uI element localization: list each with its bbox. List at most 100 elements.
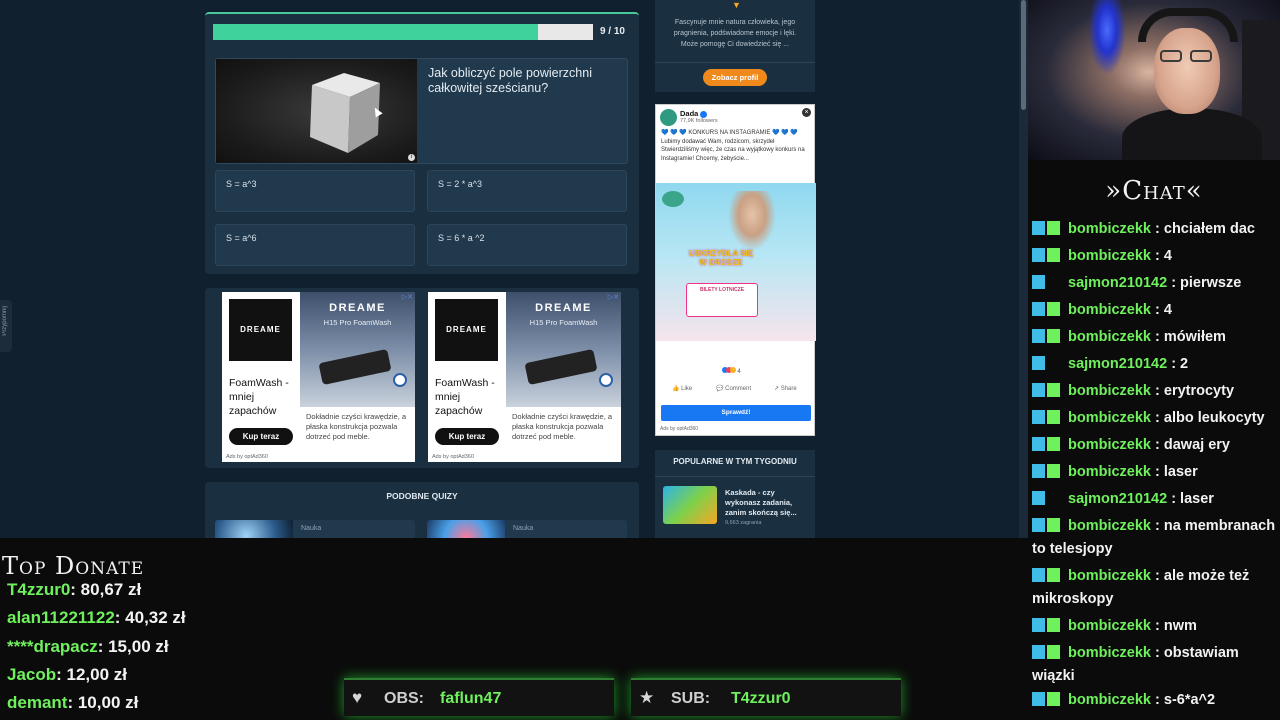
advertiser-followers: 77,9K followers [680,118,718,124]
answer-option-1[interactable]: S = a^3 [215,170,415,212]
page-scrollbar[interactable] [1019,0,1028,538]
reactions-count-text: 4 [737,369,741,375]
facebook-ad[interactable]: Dada 77,9K followers × 💙 💙 💙 KONKURS NA … [655,104,816,436]
dreame-ad-2[interactable]: DREAME FoamWash - mniej zapachów Kup ter… [428,292,621,462]
divider [655,62,815,63]
quiz-card: 9 / 10 i Jak obliczyć pole powierzchni c… [205,12,639,274]
answer-option-3[interactable]: S = a^6 [215,224,415,266]
streamer-body-image [1122,108,1262,160]
chat-username[interactable]: bombiczekk [1068,437,1151,453]
badge-icon [1047,383,1060,397]
buy-now-button[interactable]: Kup teraz [229,428,293,445]
vacuum-image [318,348,392,386]
check-button[interactable]: Sprawdź! [661,405,811,421]
popular-quiz-title[interactable]: Kaskada - czy wykonasz zadania, zanim sk… [725,488,809,518]
donation-amount: : 40,32 zł [114,608,186,627]
similar-quizzes-title: PODOBNE QUIZY [386,491,458,501]
badge-icon [1032,645,1045,659]
chat-username[interactable]: sajmon210142 [1068,356,1167,372]
chat-badges-icon [1032,220,1064,235]
chat-message: sajmon210142 : laser [1032,488,1278,511]
arrow-icon: ▼ [732,0,741,10]
chat-text: : chciałem dac [1155,221,1255,237]
similar-quiz-thumbnail [215,520,293,538]
share-button[interactable]: ↗ Share [774,385,797,392]
chat-username[interactable]: bombiczekk [1068,248,1151,264]
author-bio: Fascynuje mnie natura człowieka, jego pr… [673,19,797,48]
chat-message: bombiczekk : nwm [1032,615,1278,638]
top-donate-title: Top Donate [2,552,145,580]
badge-icon [1047,302,1060,316]
comment-button[interactable]: 💬 Comment [716,385,751,392]
care-reaction-icon [730,367,736,373]
similar-quiz-tile[interactable]: Nauka [215,520,415,538]
ad-description: Dokładnie czyści krawędzie, a płaska kon… [512,412,613,441]
chat-badges-icon [1032,274,1064,289]
chat-username[interactable]: bombiczekk [1068,518,1151,534]
chat-badges-icon [1032,328,1064,343]
view-profile-button[interactable]: Zobacz profil [703,69,767,86]
donation-amount: : 12,00 zł [56,665,128,684]
side-feedback-tab[interactable]: Przypomnij [0,300,12,352]
reactions-count: 4 [722,367,741,375]
ad-attribution: Ads by optAd360 [660,426,699,432]
info-icon[interactable]: i [408,154,415,161]
chat-message: sajmon210142 : pierwsze [1032,272,1278,295]
chat-text: : mówiłem [1155,329,1226,345]
similar-quiz-category: Nauka [513,525,534,532]
ad-product: H15 Pro FoamWash [529,318,598,327]
donate-row: alan11221122: 40,32 zł [7,608,186,628]
chat-username[interactable]: bombiczekk [1068,329,1151,345]
award-badge-icon [393,373,407,387]
verified-icon [700,110,708,118]
adchoices-icon[interactable]: ▷✕ [402,293,413,301]
chat-username[interactable]: bombiczekk [1068,302,1151,318]
similar-quizzes: PODOBNE QUIZY Nauka Nauka [205,482,639,538]
chat-username[interactable]: sajmon210142 [1068,491,1167,507]
chat-username[interactable]: sajmon210142 [1068,275,1167,291]
question-image: i [216,59,417,163]
dreame-logo: DREAME [435,299,498,361]
chat-message: bombiczekk : erytrocyty [1032,380,1278,403]
dreame-ad-1[interactable]: DREAME FoamWash - mniej zapachów Kup ter… [222,292,415,462]
chat-username[interactable]: bombiczekk [1068,568,1151,584]
adchoices-icon[interactable]: ▷✕ [608,293,619,301]
buy-now-button[interactable]: Kup teraz [435,428,499,445]
obs-label: OBS: [384,690,424,707]
badge-icon [1032,356,1045,370]
scrollbar-thumb[interactable] [1021,0,1026,110]
ad-left-panel: DREAME FoamWash - mniej zapachów Kup ter… [428,292,505,450]
chat-text: : laser [1155,464,1198,480]
chat-username[interactable]: bombiczekk [1068,410,1151,426]
similar-quiz-tile[interactable]: Nauka [427,520,627,538]
badge-icon [1047,618,1060,632]
chat-text: : s-6*a^2 [1155,692,1216,708]
like-button[interactable]: 👍 Like [672,385,692,392]
chat-badges-icon [1032,463,1064,478]
quiz-progress-bar [213,24,593,40]
ad-brand: DREAME [329,302,386,314]
badge-icon [1047,464,1060,478]
chat-username[interactable]: bombiczekk [1068,645,1151,661]
chat-badges-icon [1032,247,1064,262]
chat-title: »Chat« [1105,176,1203,206]
popular-quiz-thumbnail[interactable] [663,486,717,524]
chat-text: : 4 [1155,302,1172,318]
answer-option-2[interactable]: S = 2 * a^3 [427,170,627,212]
chat-message: bombiczekk : albo leukocyty [1032,407,1278,430]
chat-badges-icon [1032,436,1064,451]
chat-username[interactable]: bombiczekk [1068,221,1151,237]
chat-text: : 2 [1171,356,1189,372]
chat-username[interactable]: bombiczekk [1068,692,1151,708]
donor-name: ****drapacz [7,637,98,656]
chat-username[interactable]: bombiczekk [1068,464,1151,480]
chat-username[interactable]: bombiczekk [1068,618,1151,634]
browser-viewport: Przypomnij 9 / 10 i Jak obliczyć pole po… [0,0,1028,538]
donation-amount: : 80,67 zł [70,580,142,599]
answer-option-4[interactable]: S = 6 * a ^2 [427,224,627,266]
close-icon[interactable]: × [802,108,811,117]
chat-badges-icon [1032,644,1064,659]
chat-username[interactable]: bombiczekk [1068,383,1151,399]
badge-icon [1032,568,1045,582]
ad-post-image: USKRZYDLA SIĘ W DRODZE BILETY LOTNICZE [656,183,816,341]
